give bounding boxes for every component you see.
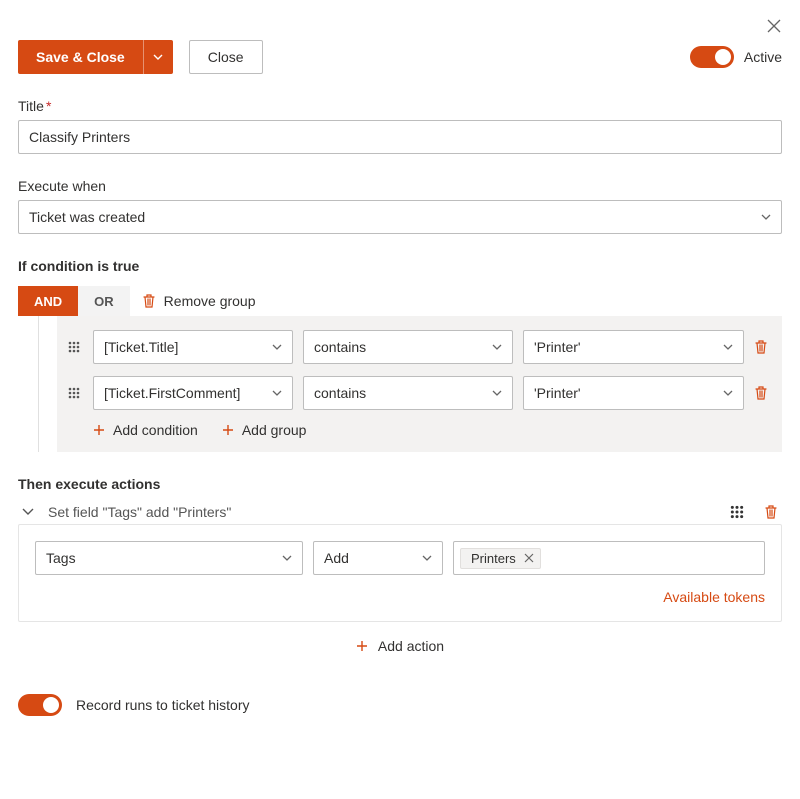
- action-body: Tags Add Printers Available tokens: [18, 524, 782, 622]
- add-group-label: Add group: [242, 422, 307, 438]
- condition-value-select[interactable]: 'Printer': [523, 330, 744, 364]
- plus-icon: [356, 640, 368, 652]
- or-button[interactable]: OR: [78, 286, 130, 316]
- condition-row: [Ticket.FirstComment] contains 'Printer': [65, 376, 768, 410]
- chevron-down-icon: [492, 390, 502, 396]
- save-close-dropdown-button[interactable]: [143, 40, 173, 74]
- available-tokens-link[interactable]: Available tokens: [35, 589, 765, 605]
- chevron-down-icon: [492, 344, 502, 350]
- trash-icon: [142, 293, 156, 309]
- condition-field-value: [Ticket.Title]: [104, 339, 178, 355]
- save-close-button[interactable]: Save & Close: [18, 40, 143, 74]
- active-toggle[interactable]: [690, 46, 734, 68]
- delete-condition-button[interactable]: [754, 339, 768, 355]
- record-runs-toggle[interactable]: [18, 694, 62, 716]
- action-value-input[interactable]: Printers: [453, 541, 765, 575]
- close-button[interactable]: Close: [189, 40, 263, 74]
- chevron-down-icon: [422, 555, 432, 561]
- chevron-down-icon: [282, 555, 292, 561]
- title-label: Title*: [18, 98, 782, 114]
- header-row: Save & Close Close Active: [18, 40, 782, 74]
- remove-group-label: Remove group: [164, 293, 256, 309]
- drag-handle-icon[interactable]: [65, 387, 83, 399]
- condition-operator-select[interactable]: contains: [303, 330, 513, 364]
- action-field-value: Tags: [46, 550, 76, 566]
- tag-chip-label: Printers: [471, 551, 516, 566]
- condition-field-select[interactable]: [Ticket.FirstComment]: [93, 376, 293, 410]
- remove-group-button[interactable]: Remove group: [142, 293, 256, 309]
- active-label: Active: [744, 49, 782, 65]
- plus-icon: [222, 424, 234, 436]
- action-operation-value: Add: [324, 550, 349, 566]
- add-group-button[interactable]: Add group: [222, 422, 307, 438]
- add-action-label: Add action: [378, 638, 444, 654]
- action-field-select[interactable]: Tags: [35, 541, 303, 575]
- condition-operator-value: contains: [314, 385, 366, 401]
- condition-field-select[interactable]: [Ticket.Title]: [93, 330, 293, 364]
- chevron-down-icon: [723, 344, 733, 350]
- action-operation-select[interactable]: Add: [313, 541, 443, 575]
- delete-condition-button[interactable]: [754, 385, 768, 401]
- condition-value-text: 'Printer': [534, 339, 581, 355]
- execute-when-label: Execute when: [18, 178, 782, 194]
- close-icon[interactable]: [766, 18, 782, 34]
- add-action-button[interactable]: Add action: [18, 622, 782, 654]
- chevron-down-icon: [153, 54, 163, 60]
- condition-value-text: 'Printer': [534, 385, 581, 401]
- chevron-down-icon: [761, 214, 771, 220]
- condition-group: [Ticket.Title] contains 'Printer': [57, 316, 782, 452]
- remove-tag-button[interactable]: [524, 553, 534, 563]
- drag-handle-icon[interactable]: [65, 341, 83, 353]
- add-condition-button[interactable]: Add condition: [93, 422, 198, 438]
- condition-row: [Ticket.Title] contains 'Printer': [65, 330, 768, 364]
- collapse-action-button[interactable]: [22, 508, 34, 516]
- chevron-down-icon: [272, 344, 282, 350]
- drag-handle-icon[interactable]: [730, 505, 744, 519]
- chevron-down-icon: [272, 390, 282, 396]
- action-summary: Set field "Tags" add "Printers": [48, 504, 231, 520]
- condition-value-select[interactable]: 'Printer': [523, 376, 744, 410]
- chevron-down-icon: [723, 390, 733, 396]
- tag-chip: Printers: [460, 548, 541, 569]
- required-star: *: [46, 98, 51, 114]
- condition-operator-select[interactable]: contains: [303, 376, 513, 410]
- condition-field-value: [Ticket.FirstComment]: [104, 385, 240, 401]
- delete-action-button[interactable]: [764, 504, 778, 520]
- record-runs-label: Record runs to ticket history: [76, 697, 250, 713]
- save-close-group: Save & Close: [18, 40, 173, 74]
- condition-heading: If condition is true: [18, 258, 782, 274]
- and-button[interactable]: AND: [18, 286, 78, 316]
- execute-when-select[interactable]: Ticket was created: [18, 200, 782, 234]
- condition-operator-value: contains: [314, 339, 366, 355]
- plus-icon: [93, 424, 105, 436]
- execute-when-value: Ticket was created: [29, 209, 145, 225]
- add-condition-label: Add condition: [113, 422, 198, 438]
- title-input[interactable]: [18, 120, 782, 154]
- actions-heading: Then execute actions: [18, 476, 782, 492]
